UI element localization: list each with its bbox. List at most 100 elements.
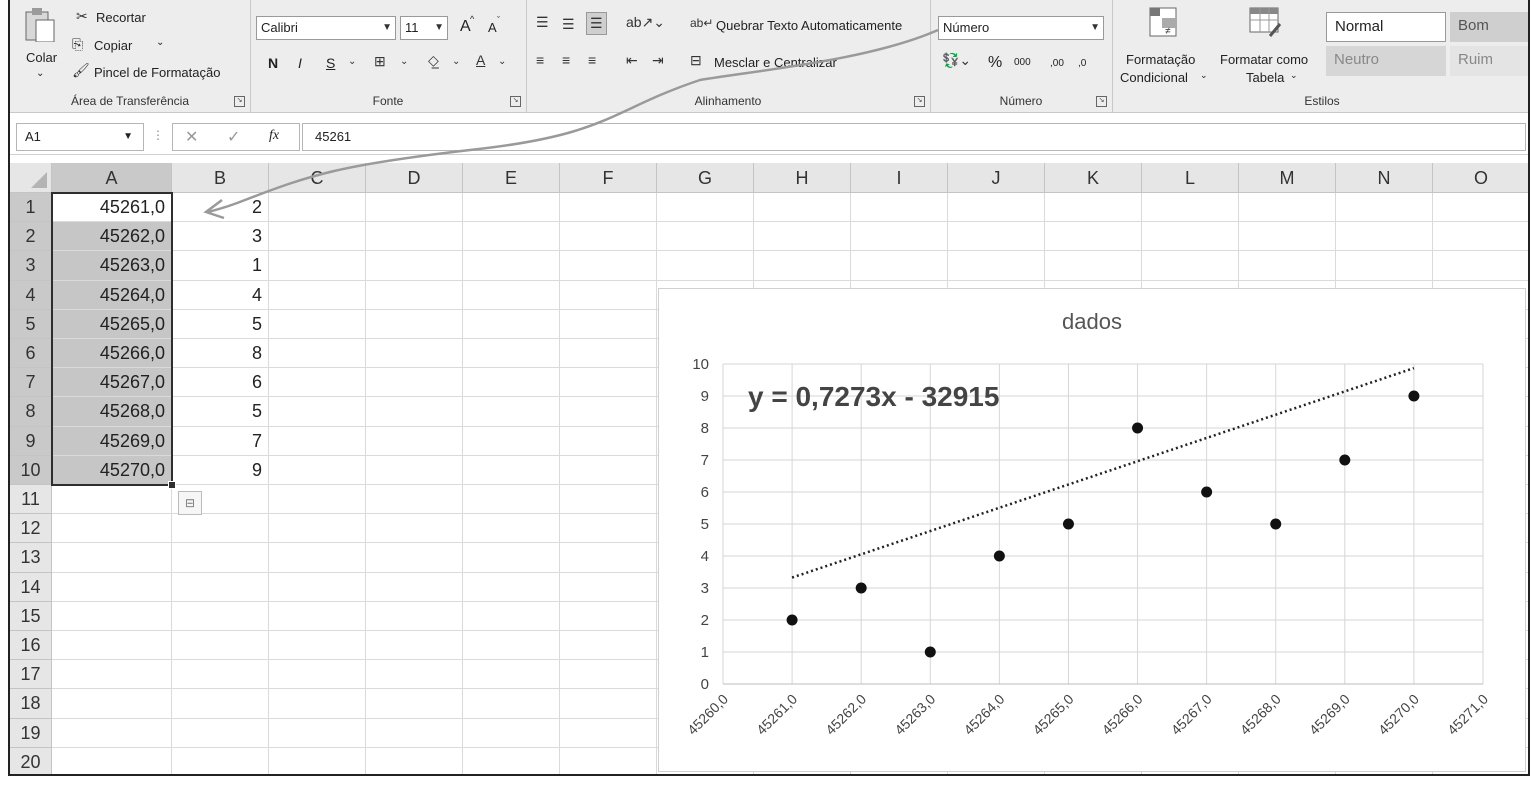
shrink-font-button[interactable]: A ˇ bbox=[488, 15, 508, 38]
cell-e11[interactable] bbox=[463, 485, 560, 515]
column-header-d[interactable]: D bbox=[366, 163, 463, 193]
font-color-icon[interactable]: A bbox=[476, 52, 485, 68]
cell-f13[interactable] bbox=[560, 543, 657, 573]
cancel-icon[interactable]: ✕ bbox=[185, 127, 198, 147]
style-normal[interactable]: Normal bbox=[1326, 12, 1446, 42]
cell-f16[interactable] bbox=[560, 631, 657, 661]
row-header-8[interactable]: 8 bbox=[10, 397, 52, 427]
cell-b18[interactable] bbox=[172, 689, 269, 719]
row-header-17[interactable]: 17 bbox=[10, 660, 52, 690]
copy-button[interactable]: ⎘ Copiar ⌄ bbox=[72, 36, 212, 56]
cell-a13[interactable] bbox=[52, 543, 172, 573]
row-header-5[interactable]: 5 bbox=[10, 309, 52, 339]
cell-c5[interactable] bbox=[269, 309, 366, 339]
cell-e8[interactable] bbox=[463, 397, 560, 427]
cell-d14[interactable] bbox=[366, 572, 463, 602]
row-header-16[interactable]: 16 bbox=[10, 631, 52, 661]
cell-d4[interactable] bbox=[366, 280, 463, 310]
cell-o3[interactable] bbox=[1433, 251, 1528, 281]
cell-e17[interactable] bbox=[463, 660, 560, 690]
cell-b3[interactable]: 1 bbox=[172, 251, 269, 281]
cell-f5[interactable] bbox=[560, 309, 657, 339]
cell-a3[interactable]: 45263,0 bbox=[52, 251, 172, 281]
cell-b15[interactable] bbox=[172, 601, 269, 631]
cell-i1[interactable] bbox=[851, 193, 948, 223]
format-painter-button[interactable]: 🖌 Pincel de Formatação bbox=[72, 62, 242, 82]
cell-e14[interactable] bbox=[463, 572, 560, 602]
cell-c17[interactable] bbox=[269, 660, 366, 690]
column-header-e[interactable]: E bbox=[463, 163, 560, 193]
decrease-indent-icon[interactable]: ⇤ bbox=[626, 52, 638, 69]
cell-b7[interactable]: 6 bbox=[172, 368, 269, 398]
cell-b8[interactable]: 5 bbox=[172, 397, 269, 427]
font-size-dropdown[interactable]: 11 ▼ bbox=[400, 16, 448, 40]
cell-a5[interactable]: 45265,0 bbox=[52, 309, 172, 339]
cell-f19[interactable] bbox=[560, 718, 657, 748]
cell-a4[interactable]: 45264,0 bbox=[52, 280, 172, 310]
borders-chevron-icon[interactable]: ⌄ bbox=[400, 56, 408, 67]
cell-i2[interactable] bbox=[851, 222, 948, 252]
cell-f8[interactable] bbox=[560, 397, 657, 427]
wrap-text-button[interactable]: ab↵ Quebrar Texto Automaticamente bbox=[690, 16, 926, 38]
row-header-4[interactable]: 4 bbox=[10, 280, 52, 310]
cell-k1[interactable] bbox=[1045, 193, 1142, 223]
cell-e12[interactable] bbox=[463, 514, 560, 544]
cell-b6[interactable]: 8 bbox=[172, 339, 269, 369]
cell-a2[interactable]: 45262,0 bbox=[52, 222, 172, 252]
cell-n2[interactable] bbox=[1336, 222, 1433, 252]
cell-c18[interactable] bbox=[269, 689, 366, 719]
cell-m2[interactable] bbox=[1239, 222, 1336, 252]
cell-b16[interactable] bbox=[172, 631, 269, 661]
cell-b9[interactable]: 7 bbox=[172, 426, 269, 456]
cell-b17[interactable] bbox=[172, 660, 269, 690]
decrease-decimal-button[interactable]: ,0 bbox=[1078, 58, 1086, 69]
cell-d3[interactable] bbox=[366, 251, 463, 281]
cell-b12[interactable] bbox=[172, 514, 269, 544]
percent-button[interactable]: % bbox=[988, 54, 1002, 72]
quick-analysis-icon[interactable]: ⊟ bbox=[178, 491, 202, 515]
formula-input[interactable]: 45261 bbox=[302, 123, 1526, 151]
cell-a9[interactable]: 45269,0 bbox=[52, 426, 172, 456]
cell-a19[interactable] bbox=[52, 718, 172, 748]
format-as-table-button[interactable]: Formatar como Tabela ⌄ bbox=[1216, 6, 1316, 90]
cell-j2[interactable] bbox=[948, 222, 1045, 252]
cell-g1[interactable] bbox=[657, 193, 754, 223]
column-header-a[interactable]: A bbox=[52, 163, 172, 193]
cell-e13[interactable] bbox=[463, 543, 560, 573]
cell-c20[interactable] bbox=[269, 747, 366, 774]
cell-e5[interactable] bbox=[463, 309, 560, 339]
cell-e10[interactable] bbox=[463, 455, 560, 485]
cell-e3[interactable] bbox=[463, 251, 560, 281]
column-header-j[interactable]: J bbox=[948, 163, 1045, 193]
cell-d10[interactable] bbox=[366, 455, 463, 485]
row-header-9[interactable]: 9 bbox=[10, 426, 52, 456]
row-header-11[interactable]: 11 bbox=[10, 485, 52, 515]
cell-c4[interactable] bbox=[269, 280, 366, 310]
cell-d11[interactable] bbox=[366, 485, 463, 515]
fill-color-icon[interactable]: ◇̲ bbox=[428, 52, 439, 69]
cell-f15[interactable] bbox=[560, 601, 657, 631]
style-neutral[interactable]: Neutro bbox=[1326, 46, 1446, 76]
cell-n1[interactable] bbox=[1336, 193, 1433, 223]
cell-e7[interactable] bbox=[463, 368, 560, 398]
cell-b1[interactable]: 2 bbox=[172, 193, 269, 223]
cell-c19[interactable] bbox=[269, 718, 366, 748]
cell-f17[interactable] bbox=[560, 660, 657, 690]
align-bottom-icon[interactable]: ☰ bbox=[586, 12, 607, 35]
row-header-14[interactable]: 14 bbox=[10, 572, 52, 602]
column-header-g[interactable]: G bbox=[657, 163, 754, 193]
cell-c16[interactable] bbox=[269, 631, 366, 661]
cell-c7[interactable] bbox=[269, 368, 366, 398]
cell-c10[interactable] bbox=[269, 455, 366, 485]
cell-n3[interactable] bbox=[1336, 251, 1433, 281]
cell-f1[interactable] bbox=[560, 193, 657, 223]
enter-icon[interactable]: ✓ bbox=[227, 127, 240, 147]
cell-d6[interactable] bbox=[366, 339, 463, 369]
cell-a8[interactable]: 45268,0 bbox=[52, 397, 172, 427]
fill-chevron-icon[interactable]: ⌄ bbox=[452, 56, 460, 67]
cell-a20[interactable] bbox=[52, 747, 172, 774]
cell-e2[interactable] bbox=[463, 222, 560, 252]
orientation-icon[interactable]: ab↗⌄ bbox=[626, 14, 665, 31]
cell-o1[interactable] bbox=[1433, 193, 1528, 223]
cell-g3[interactable] bbox=[657, 251, 754, 281]
